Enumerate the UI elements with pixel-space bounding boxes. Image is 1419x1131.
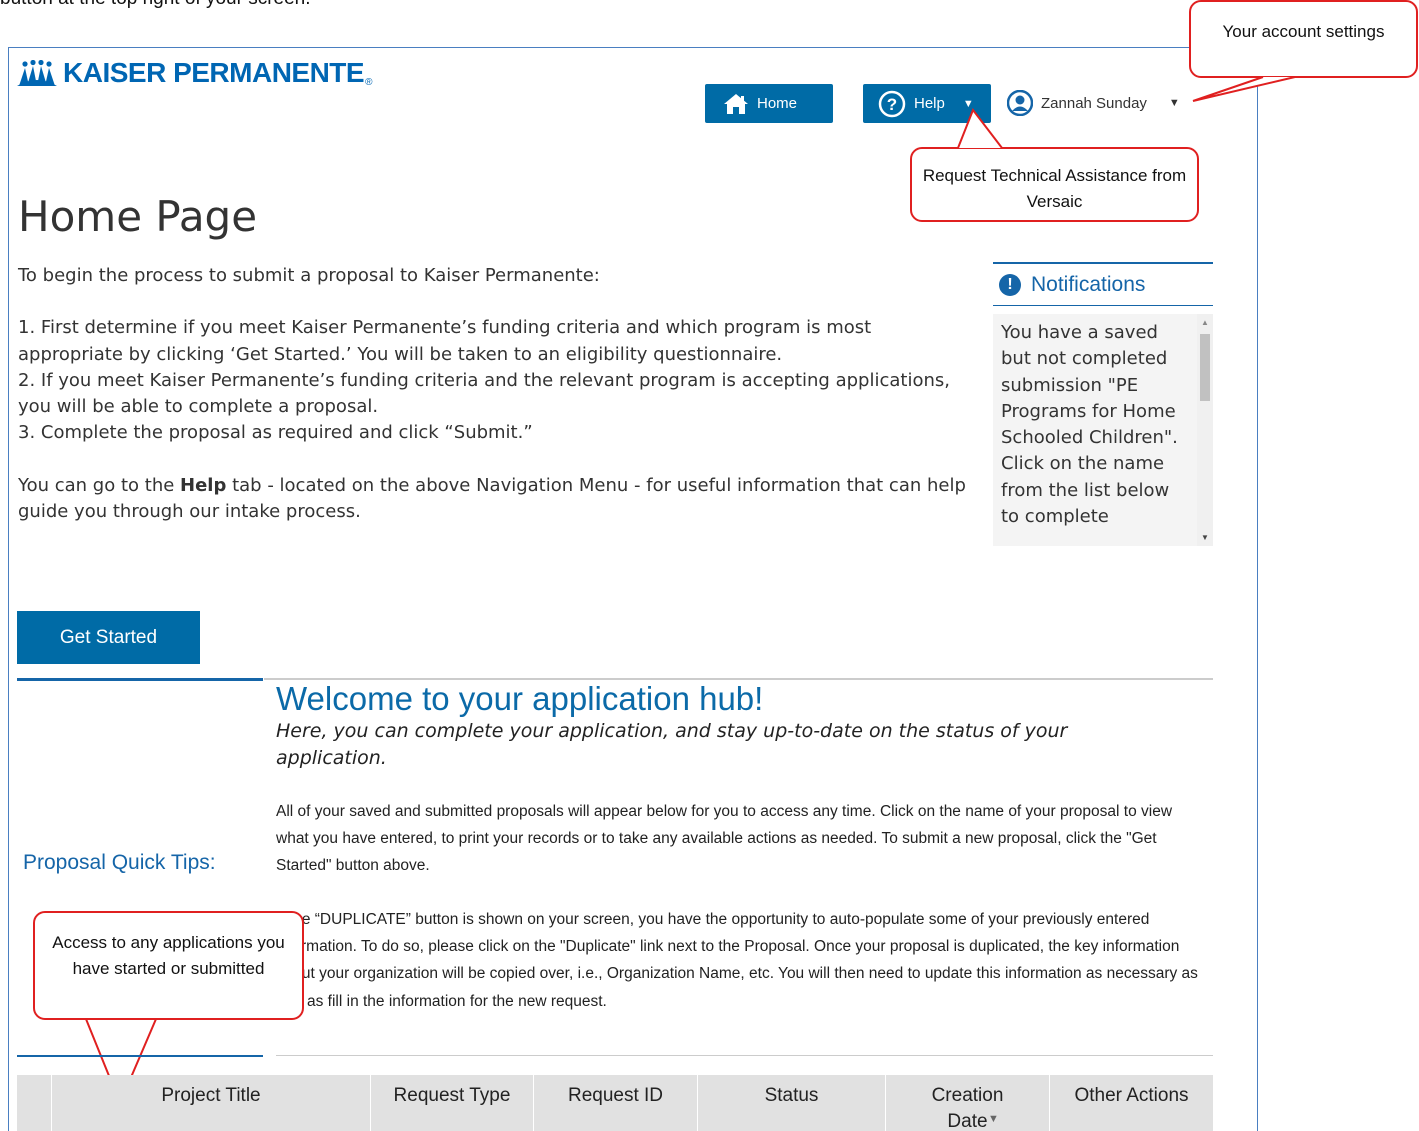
instruction-text: button at the top right of your screen.	[0, 0, 311, 10]
user-name: Zannah Sunday	[1041, 94, 1147, 112]
column-header-request-id[interactable]: Request ID	[534, 1075, 698, 1131]
callout-account-settings: Your account settings	[1189, 0, 1418, 78]
step-3: 3. Complete the proposal as required and…	[18, 422, 533, 444]
notifications-panel: ! Notifications You have a saved but not…	[993, 262, 1213, 546]
step-2: 2. If you meet Kaiser Permanente’s fundi…	[18, 369, 950, 418]
divider	[276, 1055, 1213, 1056]
logo-people-icon	[17, 60, 57, 86]
hub-paragraph-1: All of your saved and submitted proposal…	[276, 803, 1173, 875]
hub-title: Welcome to your application hub!	[276, 680, 764, 717]
step-1: 1. First determine if you meet Kaiser Pe…	[18, 317, 872, 365]
scrollbar-thumb[interactable]	[1200, 334, 1210, 401]
notifications-scrollbar[interactable]: ▲ ▼	[1197, 314, 1213, 546]
user-menu[interactable]: Zannah Sunday ▼	[1007, 90, 1180, 116]
home-button-label: Home	[757, 95, 798, 112]
logo-registered-mark: ®	[365, 77, 373, 88]
column-header-project-title[interactable]: Project Title	[52, 1075, 371, 1131]
column-header-select	[17, 1075, 52, 1131]
notification-message[interactable]: You have a saved but not completed submi…	[1001, 320, 1193, 530]
help-tab-note: You can go to the Help tab - located on …	[18, 474, 966, 523]
intro-instructions: To begin the process to submit a proposa…	[18, 263, 968, 525]
divider	[17, 1055, 263, 1057]
get-started-button[interactable]: Get Started	[17, 611, 200, 664]
page-title: Home Page	[18, 192, 258, 241]
quick-tips-title: Proposal Quick Tips:	[23, 851, 216, 874]
column-header-status[interactable]: Status	[698, 1075, 886, 1131]
exclamation-circle-icon: !	[999, 273, 1021, 296]
callout-access-applications: Access to any applications you have star…	[33, 911, 304, 1020]
hub-subtitle: Here, you can complete your application,…	[276, 720, 1068, 769]
column-header-creation-date[interactable]: Creation Date	[886, 1075, 1050, 1131]
divider	[17, 678, 263, 681]
question-circle-icon: ?	[878, 90, 906, 117]
intro-line: To begin the process to submit a proposa…	[18, 265, 600, 286]
scroll-down-icon[interactable]: ▼	[1201, 533, 1209, 542]
help-button[interactable]: ? Help ▼	[863, 84, 991, 123]
column-header-other-actions[interactable]: Other Actions	[1050, 1075, 1213, 1131]
user-chevron-down-icon[interactable]: ▼	[1169, 97, 1180, 109]
hub-paragraph-2: If the “DUPLICATE” button is shown on yo…	[276, 911, 1198, 1010]
home-button[interactable]: Home	[705, 84, 833, 123]
help-button-label: Help	[914, 95, 945, 112]
svg-text:?: ?	[887, 95, 897, 114]
proposals-table-header: Project Title Request Type Request ID St…	[17, 1075, 1213, 1131]
notifications-title: Notifications	[1031, 272, 1146, 296]
user-avatar-icon	[1007, 90, 1033, 116]
scroll-up-icon[interactable]: ▲	[1201, 318, 1209, 327]
notifications-header: ! Notifications	[993, 262, 1213, 306]
notifications-body[interactable]: You have a saved but not completed submi…	[993, 314, 1213, 546]
help-tab-link: Help	[180, 474, 227, 496]
chevron-down-icon[interactable]: ▼	[963, 98, 974, 110]
sort-caret-icon[interactable]: ▼	[988, 1113, 999, 1125]
column-header-request-type[interactable]: Request Type	[371, 1075, 534, 1131]
callout-technical-assistance: Request Technical Assistance from Versai…	[910, 147, 1199, 222]
house-icon	[724, 93, 748, 114]
kaiser-logo[interactable]: KAISER PERMANENTE ®	[17, 58, 372, 88]
logo-wordmark: KAISER PERMANENTE	[63, 57, 365, 88]
